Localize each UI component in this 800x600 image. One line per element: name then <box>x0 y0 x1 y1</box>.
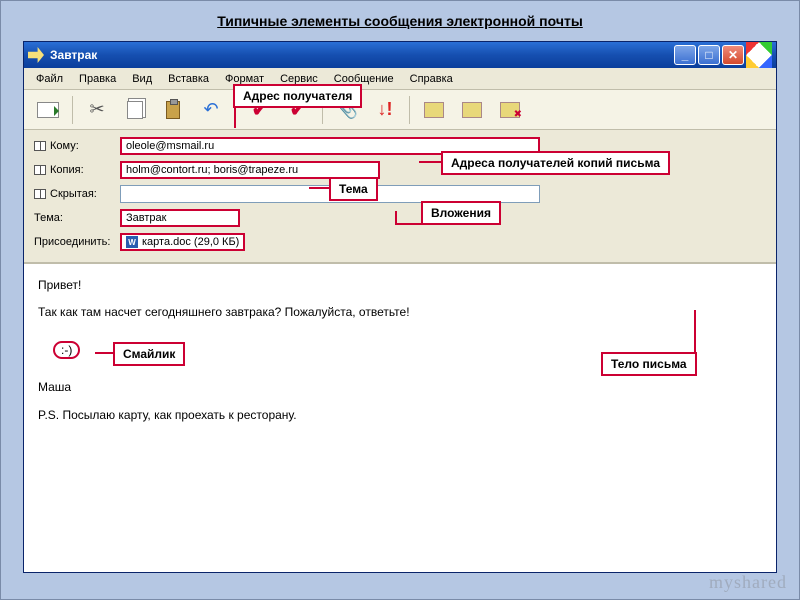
window-title: Завтрак <box>50 48 674 62</box>
word-doc-icon: W <box>126 236 138 248</box>
body-ps: P.S. Посылаю карту, как проехать к ресто… <box>38 406 762 425</box>
scissors-icon: ✂ <box>89 99 104 120</box>
window-controls: _ □ ✕ <box>674 45 744 65</box>
callout-subject: Тема <box>329 177 378 201</box>
callout-smiley: Смайлик <box>113 342 185 366</box>
menu-insert[interactable]: Вставка <box>160 71 217 87</box>
offline-button[interactable] <box>496 96 524 124</box>
minimize-button[interactable]: _ <box>674 45 696 65</box>
sign-button[interactable] <box>420 96 448 124</box>
offline-icon <box>500 102 520 118</box>
maximize-button[interactable]: □ <box>698 45 720 65</box>
titlebar: Завтрак _ □ ✕ <box>24 42 776 68</box>
send-icon <box>37 102 59 118</box>
slide-caption: Типичные элементы сообщения электронной … <box>1 13 799 29</box>
windows-flag-icon <box>746 42 772 68</box>
body-line: Так как там насчет сегодняшнего завтрака… <box>38 303 762 322</box>
attach-label: Присоединить: <box>34 236 114 248</box>
callout-cc-addresses: Адреса получателей копий письма <box>441 151 670 175</box>
menu-edit[interactable]: Правка <box>71 71 124 87</box>
undo-icon: ↶ <box>203 99 218 120</box>
sign-icon <box>424 102 444 118</box>
toolbar: ✂ ↶ ✔ ✔ 📎 ↓! <box>24 90 776 130</box>
smiley-highlight: :-) <box>53 341 80 359</box>
callout-body: Тело письма <box>601 352 697 376</box>
toolbar-separator <box>409 96 410 124</box>
cc-label: Копия: <box>34 164 114 176</box>
menu-view[interactable]: Вид <box>124 71 160 87</box>
addressbook-icon[interactable] <box>34 141 46 151</box>
attach-row: Присоединить: W карта.doc (29,0 КБ) <box>34 230 766 254</box>
message-body[interactable]: Привет! Так как там насчет сегодняшнего … <box>24 263 776 572</box>
watermark: myshared <box>709 572 787 593</box>
menu-help[interactable]: Справка <box>402 71 461 87</box>
send-button[interactable] <box>34 96 62 124</box>
addressbook-icon[interactable] <box>34 189 46 199</box>
close-button[interactable]: ✕ <box>722 45 744 65</box>
priority-button[interactable]: ↓! <box>371 96 399 124</box>
clipboard-icon <box>166 101 180 119</box>
subject-field[interactable] <box>120 209 240 227</box>
menu-file[interactable]: Файл <box>28 71 71 87</box>
subject-label: Тема: <box>34 212 114 224</box>
paste-button[interactable] <box>159 96 187 124</box>
encrypt-button[interactable] <box>458 96 486 124</box>
attach-field[interactable]: W карта.doc (29,0 КБ) <box>120 233 245 251</box>
app-icon <box>28 47 44 63</box>
callout-recipient-address: Адрес получателя <box>233 84 362 108</box>
encrypt-icon <box>462 102 482 118</box>
undo-button[interactable]: ↶ <box>197 96 225 124</box>
copy-icon <box>127 101 143 119</box>
toolbar-separator <box>72 96 73 124</box>
attach-filename: карта.doc (29,0 КБ) <box>142 236 239 248</box>
priority-icon: ↓! <box>378 99 393 120</box>
copy-button[interactable] <box>121 96 149 124</box>
to-label: Кому: <box>34 140 114 152</box>
compose-window: Завтрак _ □ ✕ Файл Правка Вид Вставка Фо… <box>23 41 777 573</box>
bcc-label: Скрытая: <box>34 188 114 200</box>
callout-attachments: Вложения <box>421 201 501 225</box>
bcc-row: Скрытая: <box>34 182 766 206</box>
message-headers: Кому: Копия: Скрытая: Тема: Присоединить… <box>24 130 776 263</box>
addressbook-icon[interactable] <box>34 165 46 175</box>
menubar: Файл Правка Вид Вставка Формат Сервис Со… <box>24 68 776 90</box>
body-signature: Маша <box>38 378 762 397</box>
cut-button[interactable]: ✂ <box>83 96 111 124</box>
body-greeting: Привет! <box>38 276 762 295</box>
